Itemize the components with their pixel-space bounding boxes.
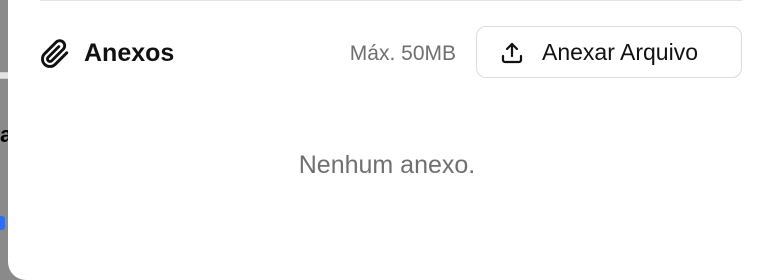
empty-state-message: Nenhum anexo.	[298, 151, 476, 179]
section-title: Anexos	[84, 39, 175, 67]
attach-file-button[interactable]: Anexar Arquivo	[476, 26, 742, 78]
upload-icon	[499, 41, 525, 65]
max-size-label: Máx. 50MB	[349, 42, 456, 65]
section-divider	[40, 0, 742, 1]
attachments-section: Anexos Máx. 50MB Anexar Arquivo Nenhum a…	[0, 0, 774, 280]
attach-file-button-label: Anexar Arquivo	[542, 39, 698, 65]
attachments-header: Anexos Máx. 50MB Anexar Arquivo	[40, 26, 742, 80]
paperclip-icon	[40, 39, 70, 69]
